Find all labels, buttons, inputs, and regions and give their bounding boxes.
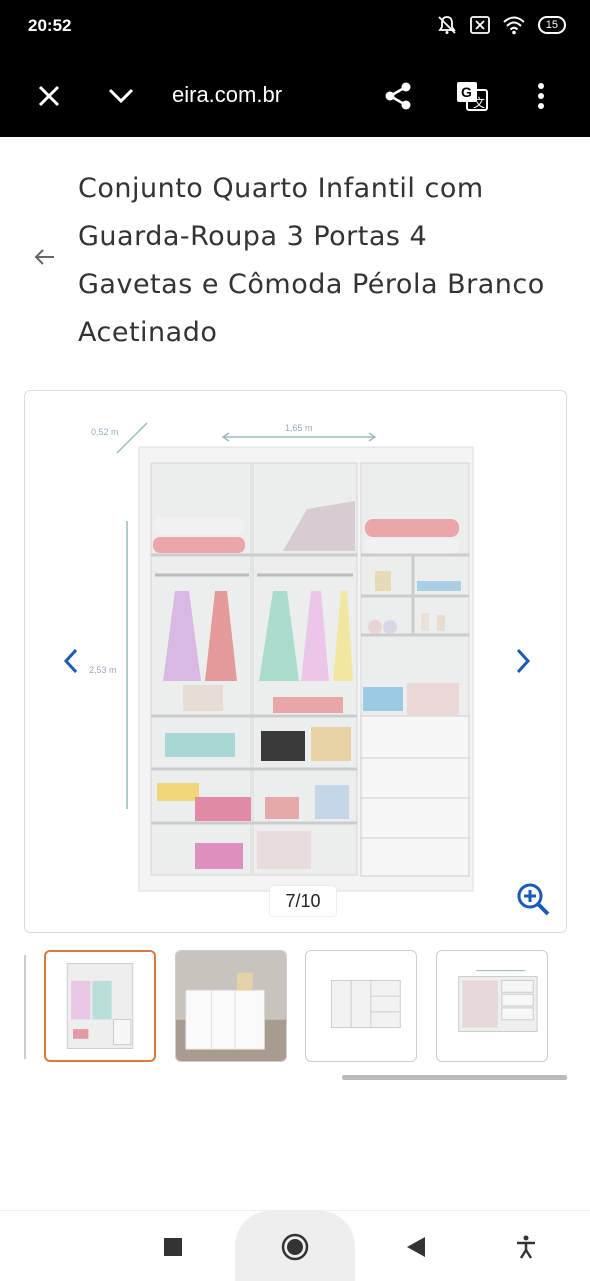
translate-button[interactable]: G文 xyxy=(451,75,493,117)
gallery-prev-button[interactable] xyxy=(53,631,89,691)
mute-icon xyxy=(438,16,456,34)
recents-icon xyxy=(164,1238,182,1256)
share-icon xyxy=(385,82,411,110)
dimension-height-label: 2,53 m xyxy=(89,665,117,675)
home-icon xyxy=(281,1233,309,1261)
status-icons: 15 xyxy=(436,14,566,36)
product-header: Conjunto Quarto Infantil com Guarda-Roup… xyxy=(0,137,590,387)
svg-text:文: 文 xyxy=(473,95,485,110)
chevron-left-icon xyxy=(63,648,78,674)
image-counter: 7/10 xyxy=(269,885,337,917)
translate-icon: G文 xyxy=(457,82,488,111)
thumbnail-scrollbar[interactable] xyxy=(342,1075,567,1080)
more-menu-button[interactable] xyxy=(520,75,562,117)
wifi-icon xyxy=(503,16,525,35)
thumbnail-strip xyxy=(0,950,590,1064)
home-button[interactable] xyxy=(277,1229,313,1265)
close-icon xyxy=(38,85,60,107)
thumbnail-wardrobe-image xyxy=(66,963,134,1049)
back-icon xyxy=(407,1237,425,1257)
recents-button[interactable] xyxy=(155,1229,191,1265)
thumbnail-dresser-room-image xyxy=(176,951,286,1061)
collapse-button[interactable] xyxy=(100,75,142,117)
battery-icon: 15 xyxy=(537,16,566,34)
back-button[interactable] xyxy=(398,1229,434,1265)
url-text[interactable]: eira.com.br xyxy=(172,82,282,108)
system-nav-bar xyxy=(0,1210,590,1281)
close-button[interactable] xyxy=(28,75,70,117)
thumbnail-dresser-image xyxy=(331,979,401,1029)
back-arrow-icon[interactable] xyxy=(30,245,60,269)
chevron-right-icon xyxy=(516,648,531,674)
dimension-depth-label: 0,52 m xyxy=(91,427,119,437)
product-title: Conjunto Quarto Infantil com Guarda-Roup… xyxy=(78,173,545,348)
chevron-down-icon xyxy=(108,88,134,104)
gallery-next-button[interactable] xyxy=(505,631,541,691)
dimension-width-label: 1,65 m xyxy=(285,423,313,433)
status-bar: 20:52 15 xyxy=(0,0,590,55)
share-button[interactable] xyxy=(377,75,419,117)
thumbnail-1[interactable] xyxy=(44,950,156,1062)
browser-toolbar: eira.com.br G文 xyxy=(0,55,590,137)
accessibility-icon xyxy=(517,1235,535,1259)
status-time: 20:52 xyxy=(28,16,72,35)
svg-text:G: G xyxy=(461,84,472,100)
thumbnail-dresser-dimensions-image xyxy=(458,970,538,1033)
thumbnail-4[interactable] xyxy=(436,950,548,1062)
thumbnail-2[interactable] xyxy=(175,950,287,1062)
product-image-wardrobe: 0,52 m 1,65 m 2,53 m xyxy=(89,422,474,892)
thumbnail-3[interactable] xyxy=(305,950,417,1062)
zoom-in-icon[interactable] xyxy=(515,881,551,917)
accessibility-button[interactable] xyxy=(508,1229,544,1265)
more-vert-icon xyxy=(538,83,544,109)
close-box-icon xyxy=(469,16,490,34)
product-image-gallery[interactable]: 0,52 m 1,65 m 2,53 m 7/10 xyxy=(24,390,567,933)
